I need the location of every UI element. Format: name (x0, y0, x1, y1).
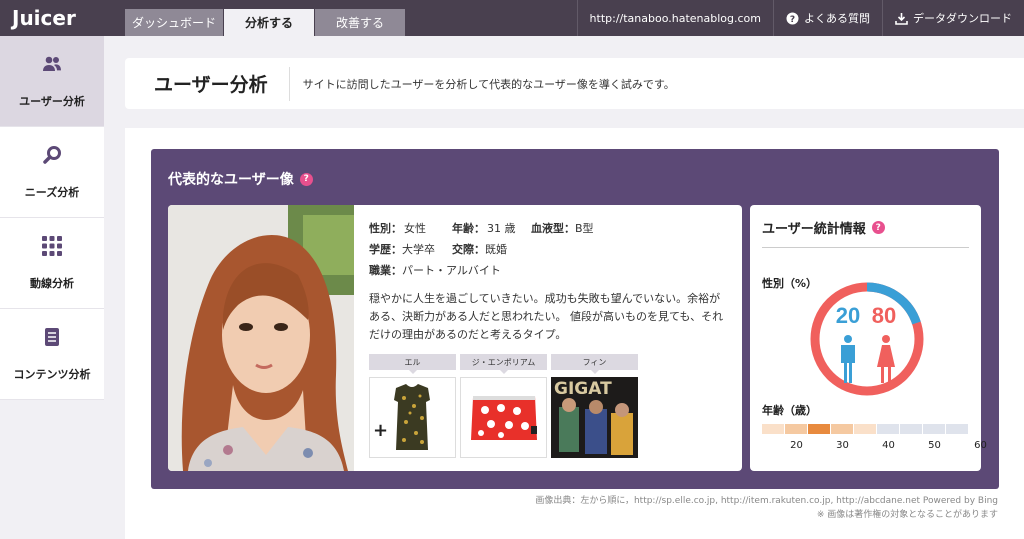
page-description: サイトに訪問したユーザーを分析して代表的なユーザー像を導く試みです。 (302, 77, 675, 91)
item-fin[interactable]: フィン GIGAT (551, 354, 638, 458)
top-bar: Juicer ダッシュボード 分析する 改善する http://tanaboo.… (0, 0, 1024, 36)
sidebar-item-content-analysis[interactable]: コンテンツ分析 (0, 309, 104, 400)
credit-line-1: 画像出典：左から順に，http://sp.elle.co.jp, http://… (535, 496, 998, 506)
download-link[interactable]: データダウンロード (882, 0, 1024, 36)
stats-title: ユーザー統計情報 (762, 222, 866, 237)
document-icon (41, 326, 63, 348)
juicer-logo[interactable]: Juicer (0, 0, 104, 36)
credit-line-2: ※ 画像は著作権の対象となることがあります (816, 510, 998, 520)
item-label: フィン (551, 354, 638, 374)
gender-donut-chart: 20 80 (810, 282, 924, 396)
item-label: ジ・エンポリアム (460, 354, 547, 374)
main-nav: ダッシュボード 分析する 改善する (125, 0, 406, 36)
age-bar-segment (831, 424, 853, 434)
help-icon[interactable]: ? (299, 172, 313, 186)
persona-items: エル + ジ・エンポリアム + フィン (369, 354, 642, 458)
sidebar: ユーザー分析 ニーズ分析 動線分析 コンテンツ分析 (0, 36, 104, 539)
plus-icon: + (373, 420, 389, 441)
item-elle[interactable]: エル + (369, 354, 456, 458)
item-label: エル (369, 354, 456, 374)
persona-card: 性別： 女性 年齢： 31 歳 血液型： B型 学歴： 大学卒 交際： 既婚 職… (168, 205, 742, 471)
tab-improve[interactable]: 改善する (315, 9, 405, 36)
job-label: 職業： (369, 264, 402, 277)
age-tick-label: 20 (790, 440, 803, 451)
item-image-dress[interactable]: + (369, 377, 456, 458)
male-percent: 20 (836, 303, 860, 328)
age-stat-label: 年齢（歳） (762, 404, 817, 417)
gender-value: 女性 (404, 222, 426, 235)
download-icon (895, 12, 908, 25)
users-icon (41, 53, 63, 75)
persona-heading: 代表的なユーザー像 ? (168, 169, 313, 189)
education-label: 学歴： (369, 243, 402, 256)
job-value: パート・アルバイト (402, 264, 501, 277)
persona-description: 穏やかに人生を過ごしていきたい。成功も失敗も望んでいない。余裕がある、決断力があ… (369, 292, 724, 341)
age-tick-label: 40 (882, 440, 895, 451)
grid-icon (41, 235, 63, 257)
age-bar-segment (877, 424, 899, 434)
age-tick-label: 60 (974, 440, 987, 451)
age-bar-segment (854, 424, 876, 434)
age-bar-segment (923, 424, 945, 434)
page-title: ユーザー分析 (125, 66, 290, 101)
sidebar-item-label: 動線分析 (30, 277, 74, 290)
age-distribution-bar (762, 424, 969, 434)
persona-photo (168, 205, 354, 471)
faq-label: よくある質問 (804, 12, 870, 25)
relationship-value: 既婚 (485, 243, 507, 256)
magazine-title: GIGAT (554, 379, 612, 399)
blood-value: B型 (575, 222, 594, 235)
sidebar-item-needs-analysis[interactable]: ニーズ分析 (0, 127, 104, 218)
female-percent: 80 (872, 303, 896, 328)
image-credit: 画像出典：左から順に，http://sp.elle.co.jp, http://… (535, 494, 998, 522)
divider (762, 247, 969, 248)
item-emporium[interactable]: ジ・エンポリアム + (460, 354, 547, 458)
stats-heading: ユーザー統計情報 ? (762, 218, 885, 237)
age-label: 年齢： (452, 222, 485, 235)
age-tick-label: 30 (836, 440, 849, 451)
female-figure-icon (877, 335, 895, 383)
persona-row-3: 職業： パート・アルバイト (369, 263, 594, 279)
search-icon (41, 144, 63, 166)
persona-title: 代表的なユーザー像 (168, 172, 294, 188)
persona-row-2: 学歴： 大学卒 交際： 既婚 (369, 242, 594, 258)
persona-row-1: 性別： 女性 年齢： 31 歳 血液型： B型 (369, 221, 594, 237)
faq-link[interactable]: ? よくある質問 (773, 0, 882, 36)
age-bar-segment (946, 424, 968, 434)
sidebar-item-label: コンテンツ分析 (13, 368, 91, 381)
male-figure-icon (841, 335, 855, 383)
sidebar-item-label: ニーズ分析 (24, 186, 80, 199)
tab-dashboard[interactable]: ダッシュボード (125, 9, 223, 36)
age-tick-label: 50 (928, 440, 941, 451)
age-bar-segment (762, 424, 784, 434)
download-label: データダウンロード (913, 12, 1012, 25)
relationship-label: 交際： (452, 243, 485, 256)
page-header: ユーザー分析 サイトに訪問したユーザーを分析して代表的なユーザー像を導く試みです… (125, 58, 1024, 109)
age-value: 31 歳 (487, 222, 516, 235)
stats-card: ユーザー統計情報 ? 性別（%） 20 80 年齢（歳） 20 30 40 50 60 (750, 205, 987, 471)
sidebar-item-user-analysis[interactable]: ユーザー分析 (0, 36, 104, 127)
sidebar-item-flow-analysis[interactable]: 動線分析 (0, 218, 104, 309)
age-bar-segment (785, 424, 807, 434)
blood-label: 血液型： (531, 222, 575, 235)
age-bar-segment (808, 424, 830, 434)
persona-info: 性別： 女性 年齢： 31 歳 血液型： B型 学歴： 大学卒 交際： 既婚 職… (369, 221, 594, 284)
sidebar-item-label: ユーザー分析 (19, 95, 85, 108)
education-value: 大学卒 (402, 243, 435, 256)
site-url[interactable]: http://tanaboo.hatenablog.com (576, 0, 773, 36)
tab-analyze[interactable]: 分析する (224, 9, 314, 36)
age-bar-segment (900, 424, 922, 434)
help-icon[interactable]: ? (871, 221, 885, 234)
svg-text:?: ? (790, 15, 795, 25)
item-image-magazine[interactable]: GIGAT (551, 377, 638, 458)
help-icon: ? (786, 12, 799, 25)
gender-label: 性別： (369, 222, 402, 235)
item-image-pouch[interactable]: + (460, 377, 547, 458)
